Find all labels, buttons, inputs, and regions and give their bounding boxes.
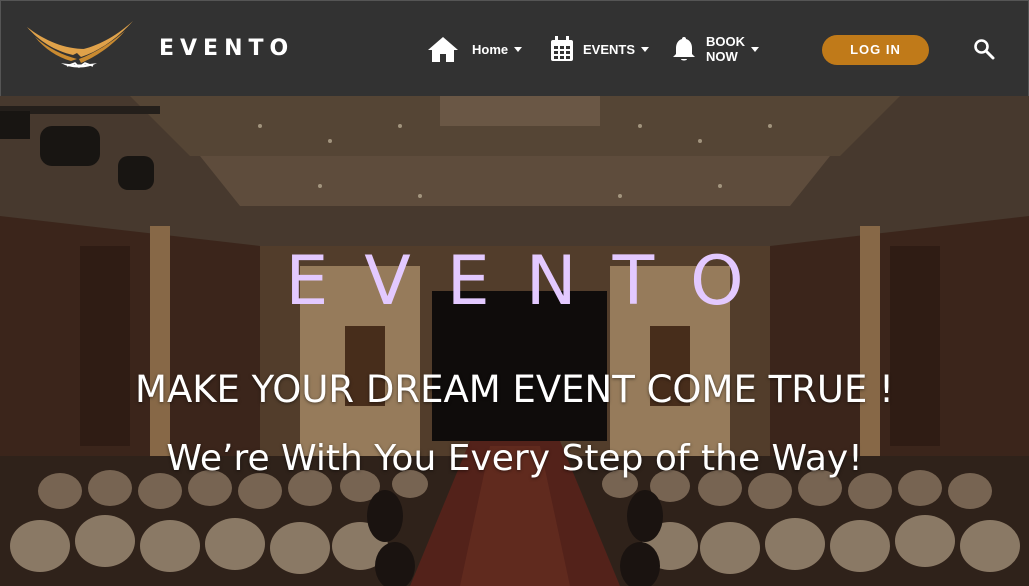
chevron-down-icon — [641, 46, 650, 52]
nav-book-now-label: BOOK NOW — [706, 34, 745, 64]
chevron-down-icon — [751, 46, 759, 52]
search-icon[interactable] — [973, 38, 995, 60]
hero-title: EVENTO — [285, 242, 780, 321]
calendar-icon — [550, 36, 574, 62]
nav-home-label: Home — [472, 41, 509, 57]
top-navbar: EVENTO Home EVENTS BOOK NOW LOG IN — [0, 0, 1029, 96]
logo-icon[interactable] — [25, 19, 135, 71]
home-icon — [426, 35, 460, 63]
chevron-down-icon — [514, 46, 523, 52]
hero-overlay — [0, 96, 1029, 586]
nav-book-now[interactable]: BOOK NOW — [672, 34, 759, 64]
login-button[interactable]: LOG IN — [822, 35, 929, 65]
nav-events-label: EVENTS — [583, 41, 636, 57]
bell-icon — [672, 36, 696, 62]
brand-name[interactable]: EVENTO — [159, 36, 294, 61]
hero-subtitle: We’re With You Every Step of the Way! — [166, 438, 863, 479]
nav-home[interactable]: Home — [426, 35, 523, 63]
hero-tagline: MAKE YOUR DREAM EVENT COME TRUE ! — [135, 368, 894, 411]
nav-events[interactable]: EVENTS — [550, 36, 650, 62]
hero-banner: EVENTO MAKE YOUR DREAM EVENT COME TRUE !… — [0, 96, 1029, 586]
